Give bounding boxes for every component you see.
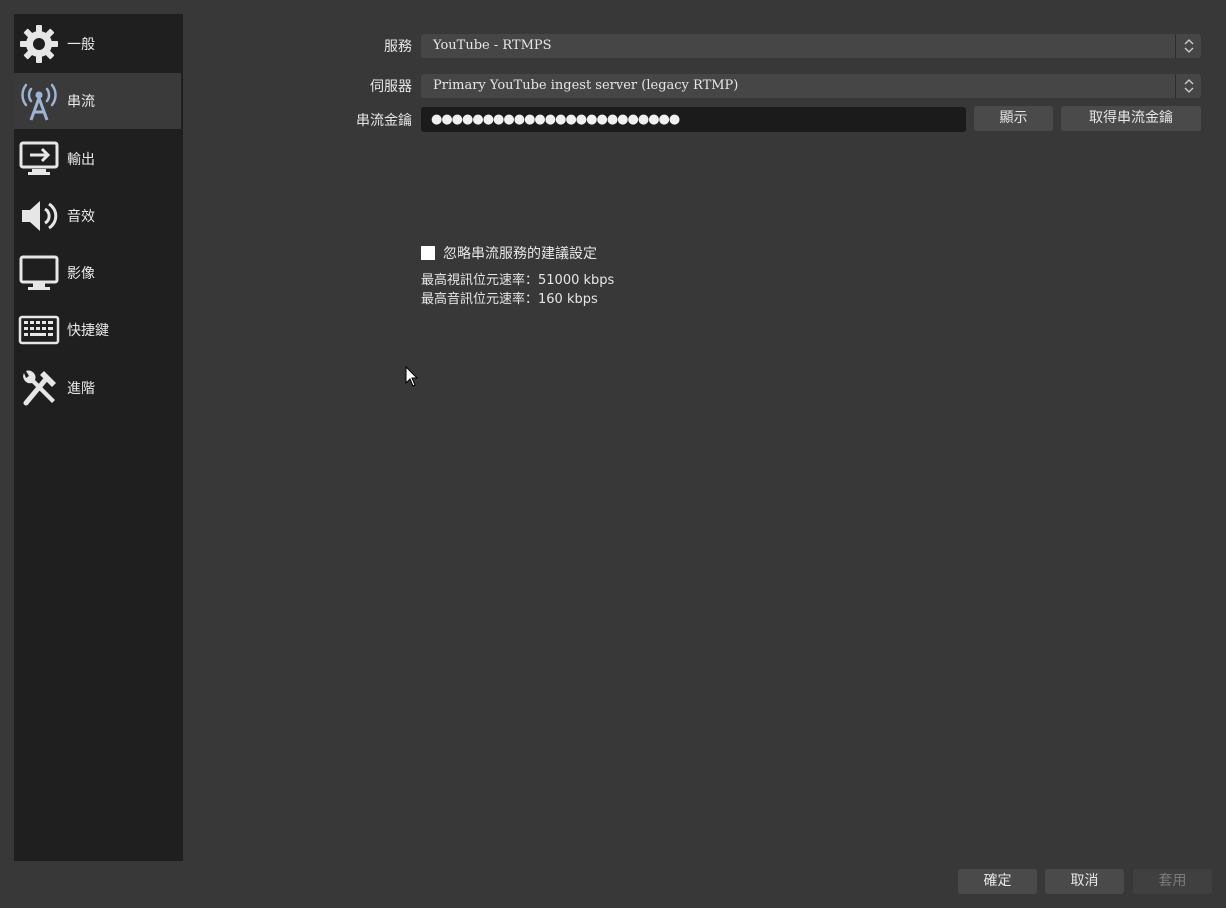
service-label: 服務 <box>384 39 412 55</box>
stream-key-label: 串流金鑰 <box>356 113 412 129</box>
output-monitor-icon <box>17 137 61 181</box>
show-key-button[interactable]: 顯示 <box>974 106 1053 131</box>
sidebar-item-general[interactable]: 一般 <box>14 16 181 72</box>
sidebar-item-label: 一般 <box>67 37 95 53</box>
server-value: Primary YouTube ingest server (legacy RT… <box>433 78 739 93</box>
sidebar-item-label: 進階 <box>67 381 95 397</box>
sidebar-item-label: 輸出 <box>67 152 95 168</box>
sidebar-item-label: 串流 <box>67 94 95 110</box>
settings-sidebar: 一般 串流 輸出 音效 影像 快捷鍵 進階 <box>14 14 183 861</box>
max-audio-bitrate-text: 最高音訊位元速率：160 kbps <box>421 292 598 307</box>
cancel-button[interactable]: 取消 <box>1045 869 1124 894</box>
get-stream-key-button[interactable]: 取得串流金鑰 <box>1061 106 1201 131</box>
tools-icon <box>17 366 61 410</box>
sidebar-item-label: 快捷鍵 <box>67 323 109 339</box>
mouse-cursor-icon <box>405 365 419 392</box>
ignore-recommendations-row[interactable]: 忽略串流服務的建議設定 <box>421 243 597 263</box>
sidebar-item-stream[interactable]: 串流 <box>14 73 181 129</box>
max-video-bitrate-text: 最高視訊位元速率：51000 kbps <box>421 273 615 288</box>
ok-button[interactable]: 確定 <box>958 869 1037 894</box>
sidebar-item-hotkeys[interactable]: 快捷鍵 <box>14 302 181 358</box>
chevron-up-down-icon[interactable] <box>1175 74 1201 98</box>
gear-icon <box>17 22 61 66</box>
sidebar-item-output[interactable]: 輸出 <box>14 131 181 187</box>
display-icon <box>17 251 61 295</box>
server-label: 伺服器 <box>370 79 412 95</box>
keyboard-icon <box>17 308 61 352</box>
chevron-up-down-icon[interactable] <box>1175 34 1201 58</box>
service-select[interactable]: YouTube - RTMPS <box>421 34 1201 58</box>
ignore-recommendations-label: 忽略串流服務的建議設定 <box>443 246 597 262</box>
speaker-icon <box>17 194 61 238</box>
apply-button[interactable]: 套用 <box>1133 869 1212 894</box>
server-select[interactable]: Primary YouTube ingest server (legacy RT… <box>421 74 1201 98</box>
sidebar-item-label: 音效 <box>67 209 95 225</box>
sidebar-item-video[interactable]: 影像 <box>14 245 181 301</box>
ignore-recommendations-checkbox[interactable] <box>421 246 435 260</box>
sidebar-item-audio[interactable]: 音效 <box>14 188 181 244</box>
sidebar-item-advanced[interactable]: 進階 <box>14 360 181 416</box>
service-value: YouTube - RTMPS <box>433 38 552 53</box>
broadcast-antenna-icon <box>17 79 61 123</box>
stream-key-field[interactable]: ●●●●●●●●●●●●●●●●●●●●●●●● <box>421 107 966 132</box>
sidebar-item-label: 影像 <box>67 266 95 282</box>
